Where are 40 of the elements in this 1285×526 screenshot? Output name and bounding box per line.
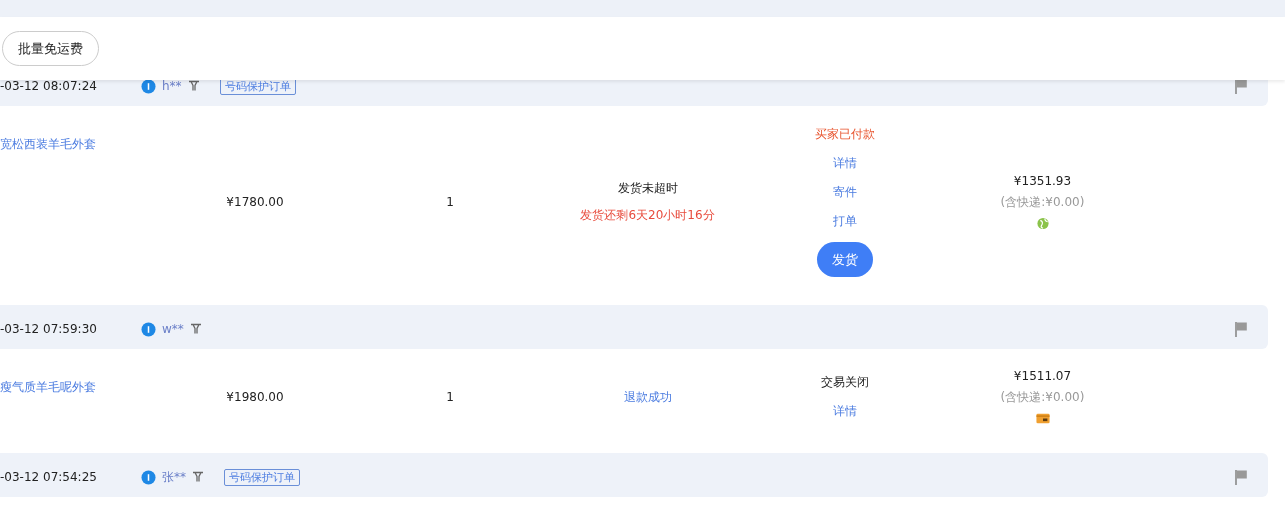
order-status: 交易关闭 (821, 374, 869, 391)
buyer-name[interactable]: 张** (162, 468, 186, 486)
order-time: -03-12 07:59:30 (0, 322, 98, 336)
order-status: 买家已付款 (815, 126, 875, 143)
product-link[interactable]: 宽松西装羊毛外套 (0, 137, 96, 151)
action-link[interactable]: 打单 (833, 213, 857, 230)
buyer-name[interactable]: h** (162, 79, 182, 93)
filter-icon[interactable] (192, 471, 204, 483)
buyer-name[interactable]: w** (162, 322, 184, 336)
action-link[interactable]: 详情 (833, 155, 857, 172)
batch-button[interactable]: 批量免运费 (2, 31, 99, 66)
unit-price: ¥1780.00 (226, 194, 284, 209)
quantity: 1 (446, 194, 454, 209)
shipping-status: 发货未超时 (617, 179, 678, 197)
action-link[interactable]: 详情 (833, 403, 857, 420)
unit-price: ¥1980.00 (226, 390, 284, 404)
order-tag: 号码保护订单 (219, 77, 296, 95)
action-link[interactable]: 寄件 (833, 184, 857, 201)
ship-button[interactable]: 发货 (817, 242, 873, 277)
filter-icon[interactable] (187, 80, 200, 92)
quantity: 1 (446, 390, 454, 404)
flag-icon[interactable] (1234, 78, 1248, 94)
order-tag: 号码保护订单 (224, 468, 300, 486)
product-link[interactable]: 瘦气质羊毛呢外套 (0, 380, 96, 394)
wallet-icon (1035, 412, 1050, 425)
shipping-fee: (含快递:¥0.00) (1000, 389, 1085, 406)
chat-icon[interactable] (141, 469, 156, 485)
flag-icon[interactable] (1234, 469, 1248, 485)
chat-icon[interactable] (141, 78, 156, 94)
shipping-deadline: 发货还剩6天20小时16分 (580, 206, 715, 224)
order-time: -03-12 08:07:24 (0, 79, 98, 93)
chat-icon[interactable] (141, 321, 156, 337)
refund-link[interactable]: 退款成功 (623, 388, 672, 406)
globe-icon (1035, 216, 1050, 230)
order-time: -03-12 07:54:25 (0, 470, 98, 484)
filter-icon[interactable] (189, 323, 202, 335)
shipping-fee: (含快递:¥0.00) (1000, 193, 1085, 211)
flag-icon[interactable] (1234, 321, 1248, 337)
order-total: ¥1351.93 (1013, 173, 1072, 188)
order-total: ¥1511.07 (1013, 369, 1072, 383)
